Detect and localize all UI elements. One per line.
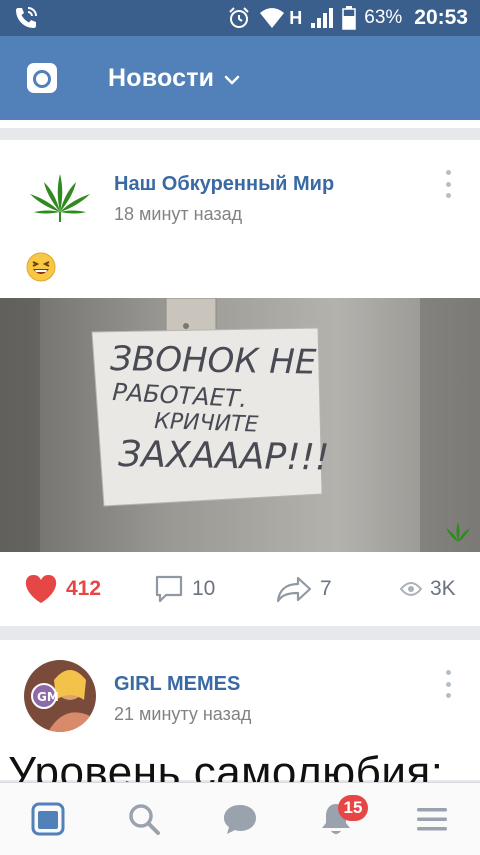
- like-button[interactable]: 412: [24, 574, 101, 604]
- post-card: GM GIRL MEMES 21 минуту назад Уровень са…: [0, 640, 480, 797]
- post-author[interactable]: GIRL MEMES: [114, 673, 240, 696]
- dot-icon: [445, 681, 451, 687]
- battery-icon: [342, 6, 356, 30]
- news-icon: [31, 802, 65, 836]
- post-header: Наш Обкуренный Мир 18 минут назад: [0, 140, 480, 238]
- like-count: 412: [66, 577, 102, 600]
- share-count: 7: [320, 577, 332, 600]
- view-count: 3K: [430, 577, 456, 600]
- post-photo[interactable]: ЗВОНОК НЕ РАБОТАЕТ. КРИЧИТЕ ЗАХАААР!!!: [0, 298, 480, 552]
- post-emoji: [26, 252, 56, 282]
- notifications-badge: 15: [338, 795, 368, 821]
- avatar[interactable]: [24, 166, 96, 238]
- avatar[interactable]: GM: [24, 660, 96, 732]
- post-time: 21 минуту назад: [114, 704, 252, 724]
- chevron-down-icon: [224, 75, 240, 85]
- wifi-icon: [260, 8, 285, 28]
- nav-messages[interactable]: [210, 789, 270, 849]
- girl-memes-avatar-icon: GM: [24, 660, 96, 732]
- eye-icon: [400, 582, 422, 596]
- cannabis-leaf-icon: [24, 166, 96, 238]
- messages-icon: [224, 805, 256, 834]
- svg-text:GM: GM: [37, 690, 59, 704]
- heart-icon: [25, 574, 57, 603]
- note-line-3: КРИЧИТЕ: [154, 409, 259, 438]
- feed-selector[interactable]: Новости: [108, 64, 240, 93]
- dot-icon: [445, 181, 451, 187]
- note-line-1: ЗВОНОК НЕ: [110, 339, 317, 383]
- post-actions: 412 10 7 3K: [0, 552, 480, 626]
- network-type: H: [289, 7, 303, 28]
- previous-post-edge: [0, 120, 480, 128]
- post-time: 18 минут назад: [114, 204, 243, 224]
- wall-photo: ЗВОНОК НЕ РАБОТАЕТ. КРИЧИТЕ ЗАХАААР!!!: [0, 298, 480, 552]
- dot-icon: [445, 193, 451, 198]
- post-header: GM GIRL MEMES 21 минуту назад: [0, 640, 480, 736]
- search-icon: [129, 804, 160, 835]
- share-arrow-icon: [276, 576, 312, 603]
- more-options-button[interactable]: [442, 170, 454, 198]
- laughing-emoji-icon: [26, 252, 56, 282]
- menu-icon: [417, 808, 447, 831]
- comment-count: 10: [192, 577, 216, 600]
- status-bar: H 63% 20:53: [0, 0, 480, 36]
- dot-icon: [445, 170, 451, 175]
- nav-search[interactable]: [114, 789, 174, 849]
- post-card: Наш Обкуренный Мир 18 минут назад ЗВОНОК…: [0, 140, 480, 626]
- post-author[interactable]: Наш Обкуренный Мир: [114, 173, 334, 196]
- app-header: Новости: [0, 36, 480, 120]
- nav-notifications[interactable]: 15: [306, 789, 368, 849]
- nav-menu[interactable]: [402, 789, 462, 849]
- dot-icon: [445, 670, 451, 675]
- phone-signal-icon: [16, 7, 37, 28]
- share-button[interactable]: 7: [276, 575, 332, 603]
- comment-icon: [155, 575, 183, 603]
- dot-icon: [445, 693, 451, 698]
- clock: 20:53: [414, 6, 468, 29]
- nav-news[interactable]: [18, 789, 78, 849]
- cell-signal-icon: [311, 8, 334, 28]
- camera-button[interactable]: [26, 62, 58, 94]
- camera-icon: [27, 63, 57, 93]
- more-options-button[interactable]: [442, 670, 454, 698]
- views: 3K: [400, 577, 456, 601]
- bottom-navigation: 15: [0, 782, 480, 855]
- comment-button[interactable]: 10: [154, 574, 215, 604]
- battery-percent: 63%: [364, 7, 403, 28]
- page-title: Новости: [108, 63, 215, 92]
- alarm-icon: [229, 7, 249, 28]
- note-line-4: ЗАХАААР!!!: [118, 434, 330, 479]
